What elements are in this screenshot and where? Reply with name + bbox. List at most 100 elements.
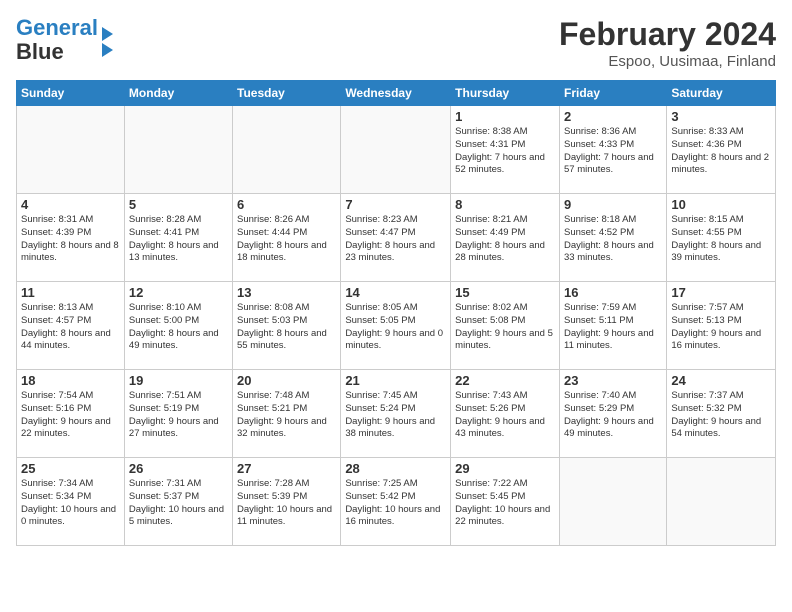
logo-arrow-bottom	[102, 43, 113, 57]
calendar-cell: 13Sunrise: 8:08 AM Sunset: 5:03 PM Dayli…	[233, 282, 341, 370]
calendar-cell: 8 Sunrise: 8:21 AM Sunset: 4:49 PM Daylig…	[451, 194, 560, 282]
day-info: Sunrise: 7:40 AM Sunset: 5:29 PM Dayligh…	[564, 390, 662, 441]
day-info: Sunrise: 8:28 AM Sunset: 4:41 PM Dayligh…	[129, 214, 228, 265]
calendar: SundayMondayTuesdayWednesdayThursdayFrid…	[16, 80, 776, 546]
day-info: Sunrise: 8:10 AM Sunset: 5:00 PM Dayligh…	[129, 302, 228, 353]
logo-blue: Blue	[16, 39, 64, 64]
page-container: General Blue February 2024 Espoo, Uusima…	[0, 0, 792, 554]
day-number: 9	[564, 197, 662, 212]
calendar-cell: 20Sunrise: 7:48 AM Sunset: 5:21 PM Dayli…	[233, 370, 341, 458]
title-block: February 2024 Espoo, Uusimaa, Finland	[559, 16, 776, 70]
calendar-weekday-sunday: Sunday	[17, 81, 125, 106]
logo-arrow-top	[102, 27, 113, 41]
day-info: Sunrise: 8:21 AM Sunset: 4:49 PM Dayligh…	[455, 214, 555, 265]
day-number: 5	[129, 197, 228, 212]
day-number: 8	[455, 197, 555, 212]
day-info: Sunrise: 8:23 AM Sunset: 4:47 PM Dayligh…	[345, 214, 446, 265]
calendar-cell: 14 Sunrise: 8:05 AM Sunset: 5:05 PM Dayli…	[341, 282, 451, 370]
calendar-cell: 23 Sunrise: 7:40 AM Sunset: 5:29 PM Dayli…	[559, 370, 666, 458]
day-number: 12	[129, 285, 228, 300]
day-info: Sunrise: 8:26 AM Sunset: 4:44 PM Dayligh…	[237, 214, 336, 265]
calendar-week-4: 18 Sunrise: 7:54 AM Sunset: 5:16 PM Dayli…	[17, 370, 776, 458]
header: General Blue February 2024 Espoo, Uusima…	[16, 16, 776, 70]
day-number: 25	[21, 461, 120, 476]
calendar-cell	[124, 106, 232, 194]
day-info: Sunrise: 7:37 AM Sunset: 5:32 PM Dayligh…	[671, 390, 771, 441]
calendar-cell	[233, 106, 341, 194]
calendar-cell: 28 Sunrise: 7:25 AM Sunset: 5:42 PM Dayli…	[341, 458, 451, 546]
calendar-cell: 16 Sunrise: 7:59 AM Sunset: 5:11 PM Dayli…	[559, 282, 666, 370]
day-number: 18	[21, 373, 120, 388]
day-number: 14	[345, 285, 446, 300]
calendar-weekday-tuesday: Tuesday	[233, 81, 341, 106]
calendar-week-1: 1 Sunrise: 8:38 AM Sunset: 4:31 PM Daylig…	[17, 106, 776, 194]
calendar-cell: 2 Sunrise: 8:36 AM Sunset: 4:33 PM Daylig…	[559, 106, 666, 194]
calendar-cell: 19 Sunrise: 7:51 AM Sunset: 5:19 PM Dayli…	[124, 370, 232, 458]
day-number: 10	[671, 197, 771, 212]
calendar-cell: 1 Sunrise: 8:38 AM Sunset: 4:31 PM Daylig…	[451, 106, 560, 194]
day-info: Sunrise: 7:51 AM Sunset: 5:19 PM Dayligh…	[129, 390, 228, 441]
calendar-weekday-saturday: Saturday	[667, 81, 776, 106]
day-info: Sunrise: 7:59 AM Sunset: 5:11 PM Dayligh…	[564, 302, 662, 353]
calendar-cell: 17 Sunrise: 7:57 AM Sunset: 5:13 PM Dayli…	[667, 282, 776, 370]
day-info: Sunrise: 7:43 AM Sunset: 5:26 PM Dayligh…	[455, 390, 555, 441]
day-info: Sunrise: 8:36 AM Sunset: 4:33 PM Dayligh…	[564, 126, 662, 177]
day-number: 4	[21, 197, 120, 212]
calendar-cell	[559, 458, 666, 546]
day-number: 13	[237, 285, 336, 300]
calendar-cell	[667, 458, 776, 546]
day-number: 17	[671, 285, 771, 300]
day-number: 7	[345, 197, 446, 212]
day-info: Sunrise: 8:15 AM Sunset: 4:55 PM Dayligh…	[671, 214, 771, 265]
calendar-week-3: 11Sunrise: 8:13 AM Sunset: 4:57 PM Dayli…	[17, 282, 776, 370]
day-info: Sunrise: 7:57 AM Sunset: 5:13 PM Dayligh…	[671, 302, 771, 353]
calendar-cell: 24 Sunrise: 7:37 AM Sunset: 5:32 PM Dayli…	[667, 370, 776, 458]
day-info: Sunrise: 8:33 AM Sunset: 4:36 PM Dayligh…	[671, 126, 771, 177]
calendar-cell: 18 Sunrise: 7:54 AM Sunset: 5:16 PM Dayli…	[17, 370, 125, 458]
calendar-cell: 5 Sunrise: 8:28 AM Sunset: 4:41 PM Daylig…	[124, 194, 232, 282]
calendar-weekday-friday: Friday	[559, 81, 666, 106]
day-info: Sunrise: 7:54 AM Sunset: 5:16 PM Dayligh…	[21, 390, 120, 441]
day-info: Sunrise: 7:25 AM Sunset: 5:42 PM Dayligh…	[345, 478, 446, 529]
day-info: Sunrise: 7:28 AM Sunset: 5:39 PM Dayligh…	[237, 478, 336, 529]
day-info: Sunrise: 7:34 AM Sunset: 5:34 PM Dayligh…	[21, 478, 120, 529]
calendar-cell: 22Sunrise: 7:43 AM Sunset: 5:26 PM Dayli…	[451, 370, 560, 458]
calendar-weekday-monday: Monday	[124, 81, 232, 106]
calendar-cell: 4Sunrise: 8:31 AM Sunset: 4:39 PM Daylig…	[17, 194, 125, 282]
day-number: 24	[671, 373, 771, 388]
calendar-cell: 6 Sunrise: 8:26 AM Sunset: 4:44 PM Daylig…	[233, 194, 341, 282]
day-number: 21	[345, 373, 446, 388]
calendar-cell: 29Sunrise: 7:22 AM Sunset: 5:45 PM Dayli…	[451, 458, 560, 546]
calendar-cell	[17, 106, 125, 194]
calendar-cell: 12 Sunrise: 8:10 AM Sunset: 5:00 PM Dayli…	[124, 282, 232, 370]
calendar-cell: 21 Sunrise: 7:45 AM Sunset: 5:24 PM Dayli…	[341, 370, 451, 458]
day-info: Sunrise: 8:05 AM Sunset: 5:05 PM Dayligh…	[345, 302, 446, 353]
calendar-cell: 10 Sunrise: 8:15 AM Sunset: 4:55 PM Dayli…	[667, 194, 776, 282]
calendar-cell: 15 Sunrise: 8:02 AM Sunset: 5:08 PM Dayli…	[451, 282, 560, 370]
calendar-cell: 7 Sunrise: 8:23 AM Sunset: 4:47 PM Daylig…	[341, 194, 451, 282]
day-number: 2	[564, 109, 662, 124]
day-number: 16	[564, 285, 662, 300]
day-info: Sunrise: 7:31 AM Sunset: 5:37 PM Dayligh…	[129, 478, 228, 529]
calendar-weekday-thursday: Thursday	[451, 81, 560, 106]
day-number: 28	[345, 461, 446, 476]
calendar-cell: 25 Sunrise: 7:34 AM Sunset: 5:34 PM Dayli…	[17, 458, 125, 546]
logo-general: General	[16, 15, 98, 40]
calendar-weekday-wednesday: Wednesday	[341, 81, 451, 106]
day-info: Sunrise: 8:02 AM Sunset: 5:08 PM Dayligh…	[455, 302, 555, 353]
day-number: 3	[671, 109, 771, 124]
day-info: Sunrise: 8:38 AM Sunset: 4:31 PM Dayligh…	[455, 126, 555, 177]
calendar-cell: 3 Sunrise: 8:33 AM Sunset: 4:36 PM Daylig…	[667, 106, 776, 194]
calendar-cell: 26Sunrise: 7:31 AM Sunset: 5:37 PM Dayli…	[124, 458, 232, 546]
day-number: 6	[237, 197, 336, 212]
calendar-cell: 11Sunrise: 8:13 AM Sunset: 4:57 PM Dayli…	[17, 282, 125, 370]
day-info: Sunrise: 8:18 AM Sunset: 4:52 PM Dayligh…	[564, 214, 662, 265]
day-info: Sunrise: 7:45 AM Sunset: 5:24 PM Dayligh…	[345, 390, 446, 441]
day-number: 1	[455, 109, 555, 124]
calendar-cell: 27Sunrise: 7:28 AM Sunset: 5:39 PM Dayli…	[233, 458, 341, 546]
day-number: 23	[564, 373, 662, 388]
day-number: 11	[21, 285, 120, 300]
day-number: 15	[455, 285, 555, 300]
day-number: 19	[129, 373, 228, 388]
calendar-cell: 9 Sunrise: 8:18 AM Sunset: 4:52 PM Daylig…	[559, 194, 666, 282]
